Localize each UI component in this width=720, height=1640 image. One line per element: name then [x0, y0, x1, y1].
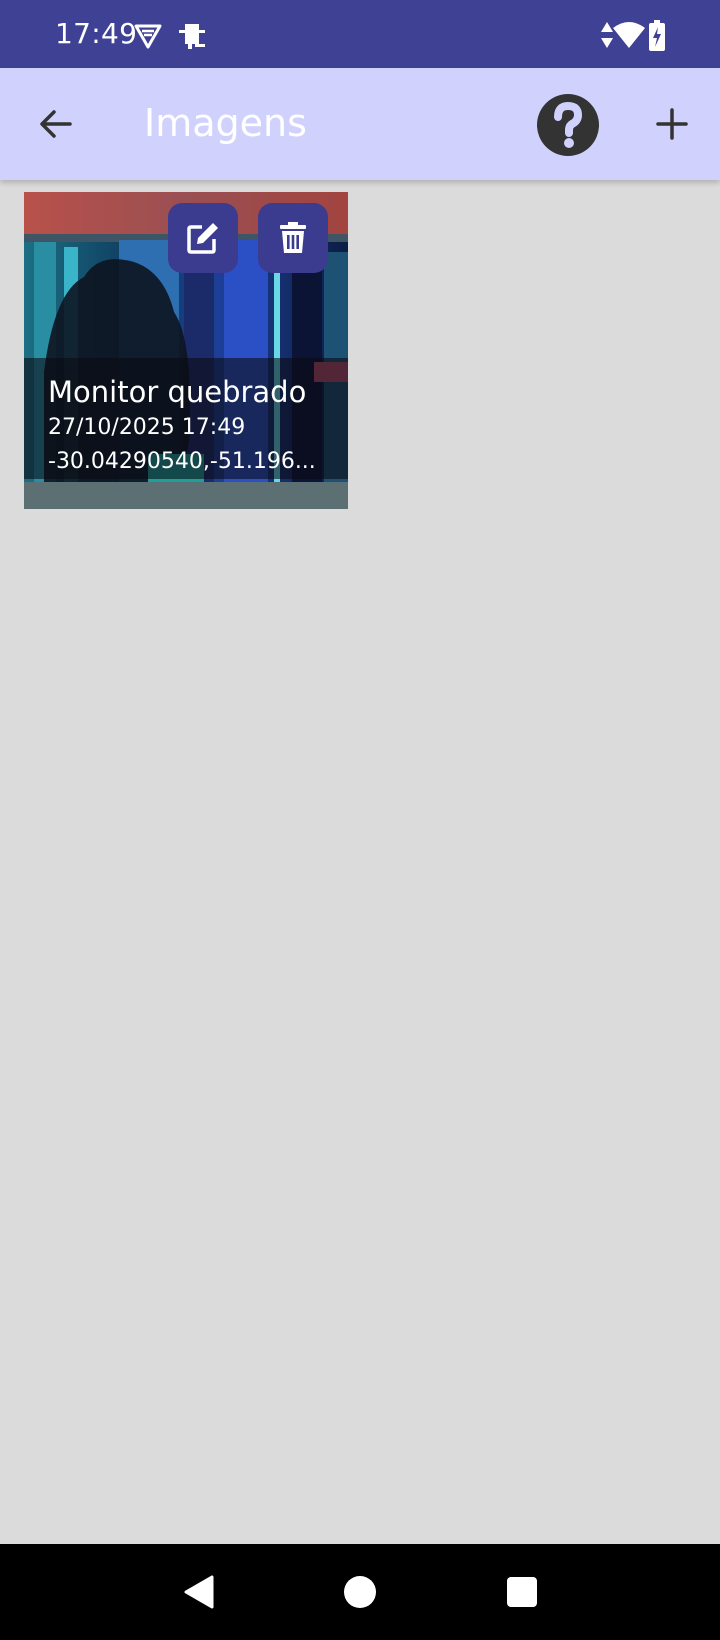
vpn-shield-icon	[134, 24, 162, 49]
image-title: Monitor quebrado	[48, 375, 307, 409]
status-time: 17:49	[55, 17, 138, 50]
wifi-icon	[613, 22, 645, 48]
arrow-back-icon	[40, 110, 72, 138]
battery-charging-icon	[649, 20, 665, 51]
nav-back-icon	[184, 1575, 214, 1609]
edit-icon	[187, 223, 218, 254]
image-card[interactable]: Monitor quebrado 27/10/2025 17:49 -30.04…	[24, 192, 348, 509]
nav-home-button[interactable]	[336, 1568, 384, 1616]
nav-home-icon	[344, 1576, 376, 1608]
nfc-payment-icon	[179, 24, 205, 49]
edit-button[interactable]	[168, 203, 238, 273]
system-nav-bar	[0, 1544, 720, 1640]
plus-icon	[656, 108, 688, 140]
help-button[interactable]	[536, 93, 600, 157]
app-bar: Imagens	[0, 68, 720, 180]
image-date: 27/10/2025 17:49	[48, 415, 246, 440]
trash-icon	[280, 222, 306, 253]
status-bar: 17:49	[0, 0, 720, 68]
add-button[interactable]	[644, 96, 700, 152]
delete-button[interactable]	[258, 203, 328, 273]
help-circle-icon	[537, 94, 599, 156]
nav-recents-icon	[507, 1577, 537, 1607]
page-title: Imagens	[144, 101, 307, 145]
back-button[interactable]	[28, 96, 84, 152]
image-coordinates: -30.04290540,-51.196...	[48, 449, 316, 474]
nav-back-button[interactable]	[175, 1568, 223, 1616]
nav-recents-button[interactable]	[498, 1568, 546, 1616]
